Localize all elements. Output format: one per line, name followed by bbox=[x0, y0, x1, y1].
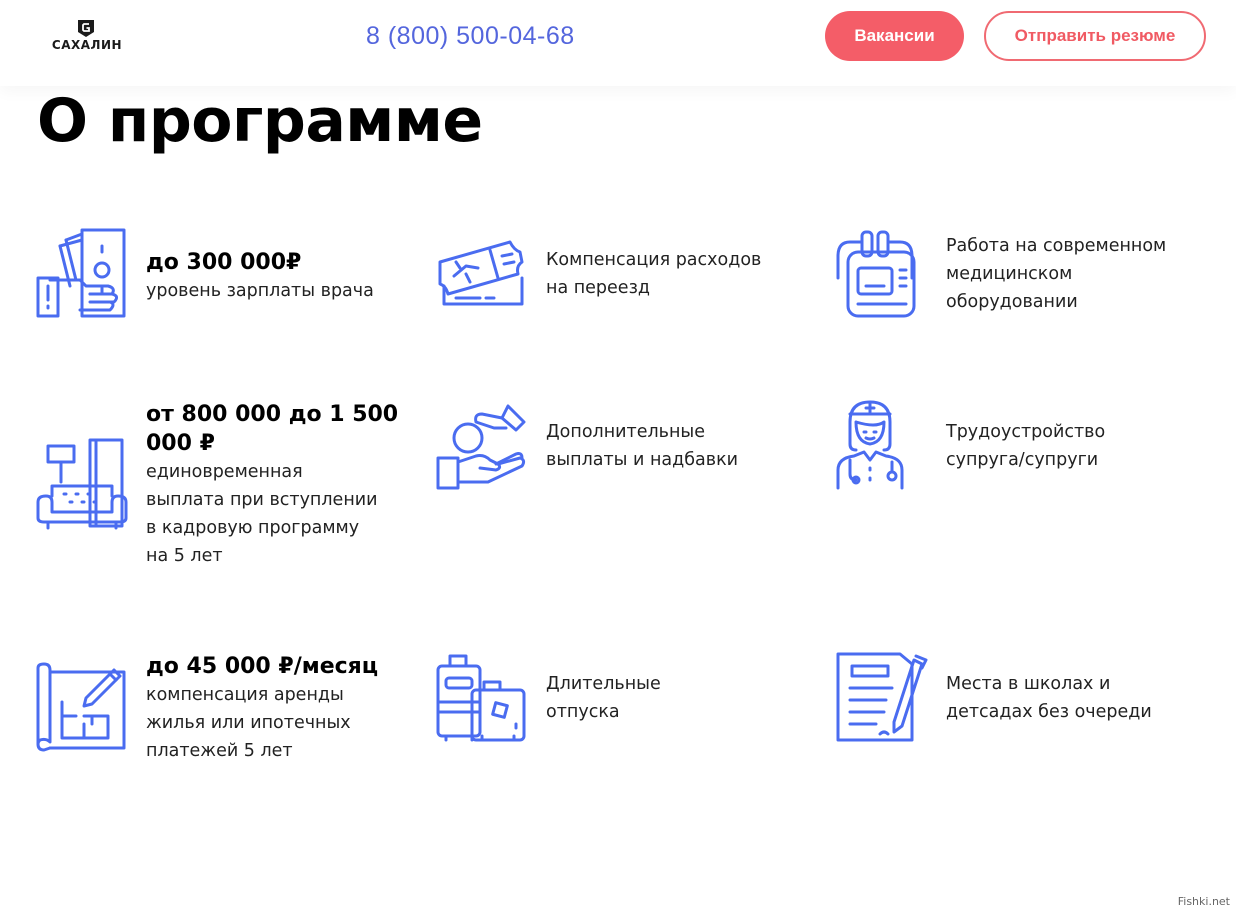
feature-text: Работа на современном медицинском оборуд… bbox=[946, 236, 1167, 312]
luggage-icon bbox=[436, 652, 528, 744]
site-header: САХАЛИН 8 (800) 500-04-68 Вакансии Отпра… bbox=[0, 0, 1236, 86]
feature-text: единовременная выплата при вступлении в … bbox=[146, 462, 378, 566]
feature-text: Длительные отпуска bbox=[546, 674, 661, 722]
feature-text: Дополнительные выплаты и надбавки bbox=[546, 422, 739, 470]
watermark: Fishki.net bbox=[1177, 895, 1230, 908]
feature-heading: до 300 000₽ bbox=[146, 250, 302, 275]
feature-text: Компенсация расходов на переезд bbox=[546, 250, 762, 298]
feature-text: компенсация аренды жилья или ипотечных п… bbox=[146, 685, 351, 761]
logo-emblem-icon bbox=[78, 20, 94, 37]
feature-text: уровень зарплаты врача bbox=[146, 281, 374, 301]
coin-hands-icon bbox=[436, 400, 528, 492]
feature-text: Трудоустройство супруга/супруги bbox=[946, 422, 1106, 470]
feature-text: Места в школах и детсадах без очереди bbox=[946, 674, 1152, 722]
send-resume-button[interactable]: Отправить резюме bbox=[984, 11, 1206, 61]
feature-heading: до 45 000 ₽/месяц bbox=[146, 654, 379, 679]
blueprint-icon bbox=[36, 662, 128, 754]
phone-link[interactable]: 8 (800) 500-04-68 bbox=[366, 22, 575, 51]
salary-icon bbox=[36, 228, 128, 320]
vacancies-button[interactable]: Вакансии bbox=[825, 11, 964, 61]
logo[interactable]: САХАЛИН bbox=[46, 18, 128, 56]
page-title: О программе bbox=[37, 86, 483, 156]
logo-text: САХАЛИН bbox=[51, 38, 123, 52]
ticket-icon bbox=[436, 228, 528, 320]
nurse-icon bbox=[836, 400, 928, 492]
document-pen-icon bbox=[836, 652, 928, 744]
medical-device-icon bbox=[836, 228, 928, 320]
furniture-icon bbox=[36, 438, 128, 530]
feature-heading: от 800 000 до 1 500 000 ₽ bbox=[146, 402, 399, 456]
